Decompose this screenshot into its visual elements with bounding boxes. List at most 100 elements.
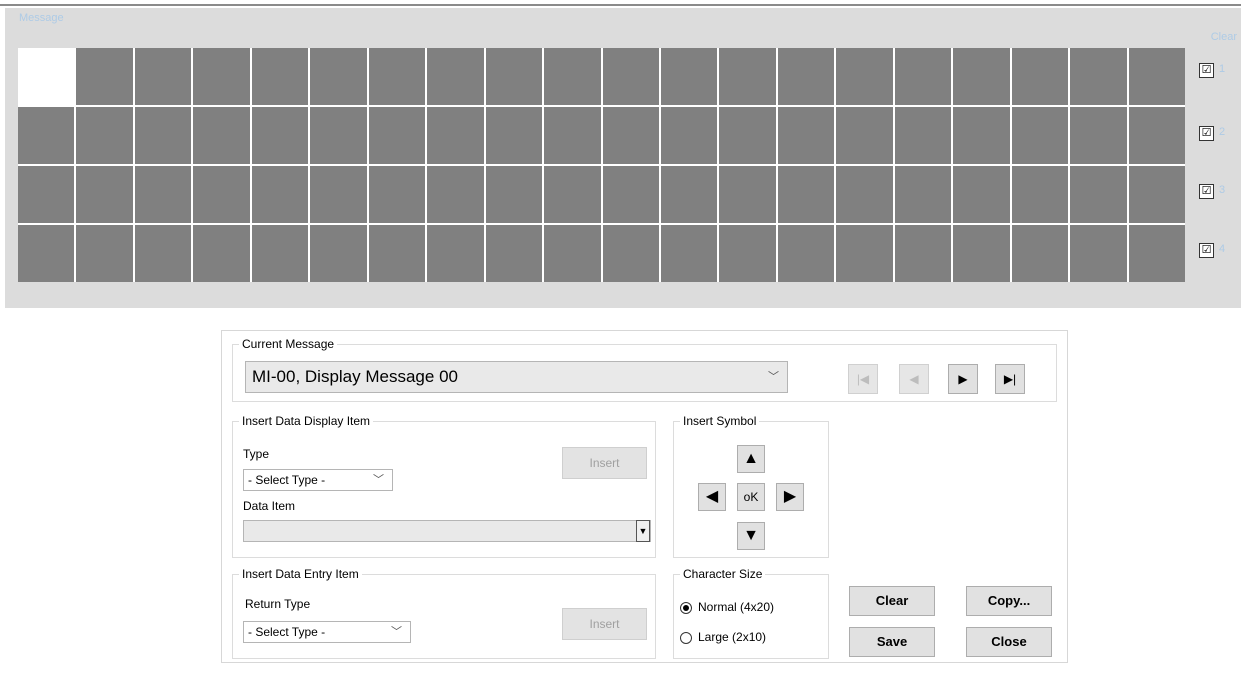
character-cell[interactable] bbox=[953, 166, 1010, 223]
character-cell[interactable] bbox=[368, 225, 426, 282]
character-cell[interactable] bbox=[953, 107, 1010, 164]
character-cell[interactable] bbox=[368, 166, 426, 223]
character-cell[interactable] bbox=[485, 48, 543, 105]
character-cell[interactable] bbox=[134, 48, 192, 105]
current-message-select[interactable]: MI-00, Display Message 00 ﹀ bbox=[245, 361, 788, 393]
character-cell[interactable] bbox=[602, 48, 659, 105]
character-cell[interactable] bbox=[427, 107, 484, 164]
save-button[interactable]: Save bbox=[849, 627, 935, 657]
right-arrow-icon[interactable]: ▶ bbox=[776, 483, 804, 511]
character-cell[interactable] bbox=[251, 225, 309, 282]
character-cell[interactable] bbox=[251, 48, 309, 105]
checkbox-checked-icon[interactable]: ☑ bbox=[1199, 243, 1214, 258]
character-cell[interactable] bbox=[1070, 225, 1127, 282]
character-cell[interactable] bbox=[836, 166, 893, 223]
message-grid[interactable] bbox=[18, 48, 1185, 282]
down-arrow-icon[interactable]: ▼ bbox=[737, 522, 765, 550]
clear-row-1-checkbox[interactable]: ☑ 1 bbox=[1199, 63, 1239, 81]
character-cell[interactable] bbox=[777, 166, 835, 223]
checkbox-checked-icon[interactable]: ☑ bbox=[1199, 63, 1214, 78]
previous-message-button[interactable]: ◀ bbox=[899, 364, 929, 394]
character-cell[interactable] bbox=[427, 166, 484, 223]
character-cell[interactable] bbox=[602, 225, 659, 282]
last-message-button[interactable]: ▶| bbox=[995, 364, 1025, 394]
character-cell[interactable] bbox=[1011, 225, 1069, 282]
character-cell[interactable] bbox=[18, 107, 75, 164]
character-cell[interactable] bbox=[602, 166, 659, 223]
character-cell[interactable] bbox=[1011, 166, 1069, 223]
character-cell[interactable] bbox=[953, 48, 1010, 105]
character-cell[interactable] bbox=[777, 107, 835, 164]
character-cell[interactable] bbox=[777, 225, 835, 282]
character-cell[interactable] bbox=[953, 225, 1010, 282]
copy-button[interactable]: Copy... bbox=[966, 586, 1052, 616]
close-button[interactable]: Close bbox=[966, 627, 1052, 657]
return-type-select[interactable]: - Select Type - ﹀ bbox=[243, 621, 411, 643]
character-cell[interactable] bbox=[76, 166, 133, 223]
data-item-select[interactable]: ▼ bbox=[243, 520, 651, 542]
dropdown-arrow-icon[interactable]: ▼ bbox=[636, 520, 650, 542]
character-cell[interactable] bbox=[485, 107, 543, 164]
character-cell[interactable] bbox=[134, 107, 192, 164]
character-cell[interactable] bbox=[544, 166, 601, 223]
character-cell[interactable] bbox=[660, 225, 718, 282]
character-cell[interactable] bbox=[1070, 48, 1127, 105]
character-cell[interactable] bbox=[76, 107, 133, 164]
character-cell[interactable] bbox=[193, 166, 250, 223]
character-cell[interactable] bbox=[1128, 225, 1185, 282]
character-cell[interactable] bbox=[836, 48, 893, 105]
character-cell[interactable] bbox=[134, 225, 192, 282]
character-cell[interactable] bbox=[18, 48, 75, 105]
character-cell[interactable] bbox=[836, 107, 893, 164]
left-arrow-icon[interactable]: ◀ bbox=[698, 483, 726, 511]
character-cell[interactable] bbox=[719, 225, 776, 282]
character-cell[interactable] bbox=[1011, 48, 1069, 105]
clear-row-4-checkbox[interactable]: ☑ 4 bbox=[1199, 243, 1239, 261]
character-cell[interactable] bbox=[602, 107, 659, 164]
insert-display-item-button[interactable]: Insert bbox=[562, 447, 647, 479]
character-cell[interactable] bbox=[719, 48, 776, 105]
character-cell[interactable] bbox=[310, 48, 367, 105]
character-cell[interactable] bbox=[894, 225, 952, 282]
clear-row-3-checkbox[interactable]: ☑ 3 bbox=[1199, 184, 1239, 202]
character-cell[interactable] bbox=[836, 225, 893, 282]
character-cell[interactable] bbox=[427, 48, 484, 105]
character-cell[interactable] bbox=[719, 166, 776, 223]
large-size-radio[interactable]: Large (2x10) bbox=[680, 630, 766, 644]
character-cell[interactable] bbox=[894, 48, 952, 105]
character-cell[interactable] bbox=[18, 166, 75, 223]
character-cell[interactable] bbox=[251, 166, 309, 223]
checkbox-checked-icon[interactable]: ☑ bbox=[1199, 126, 1214, 141]
character-cell[interactable] bbox=[485, 166, 543, 223]
character-cell[interactable] bbox=[544, 48, 601, 105]
up-arrow-icon[interactable]: ▲ bbox=[737, 445, 765, 473]
character-cell[interactable] bbox=[310, 107, 367, 164]
character-cell[interactable] bbox=[1011, 107, 1069, 164]
clear-button[interactable]: Clear bbox=[849, 586, 935, 616]
radio-selected-icon[interactable] bbox=[680, 601, 692, 614]
character-cell[interactable] bbox=[368, 48, 426, 105]
character-cell[interactable] bbox=[193, 48, 250, 105]
character-cell[interactable] bbox=[660, 166, 718, 223]
character-cell[interactable] bbox=[1128, 107, 1185, 164]
radio-unselected-icon[interactable] bbox=[680, 631, 692, 644]
display-type-select[interactable]: - Select Type - ﹀ bbox=[243, 469, 393, 491]
character-cell[interactable] bbox=[251, 107, 309, 164]
checkbox-checked-icon[interactable]: ☑ bbox=[1199, 184, 1214, 199]
character-cell[interactable] bbox=[719, 107, 776, 164]
character-cell[interactable] bbox=[134, 166, 192, 223]
character-cell[interactable] bbox=[76, 48, 133, 105]
character-cell[interactable] bbox=[1128, 48, 1185, 105]
character-cell[interactable] bbox=[310, 225, 367, 282]
character-cell[interactable] bbox=[1070, 166, 1127, 223]
ok-symbol-button[interactable]: oK bbox=[737, 483, 765, 511]
next-message-button[interactable]: ▶ bbox=[948, 364, 978, 394]
character-cell[interactable] bbox=[544, 107, 601, 164]
character-cell[interactable] bbox=[368, 107, 426, 164]
character-cell[interactable] bbox=[18, 225, 75, 282]
insert-entry-item-button[interactable]: Insert bbox=[562, 608, 647, 640]
character-cell[interactable] bbox=[485, 225, 543, 282]
character-cell[interactable] bbox=[777, 48, 835, 105]
character-cell[interactable] bbox=[894, 107, 952, 164]
character-cell[interactable] bbox=[660, 48, 718, 105]
